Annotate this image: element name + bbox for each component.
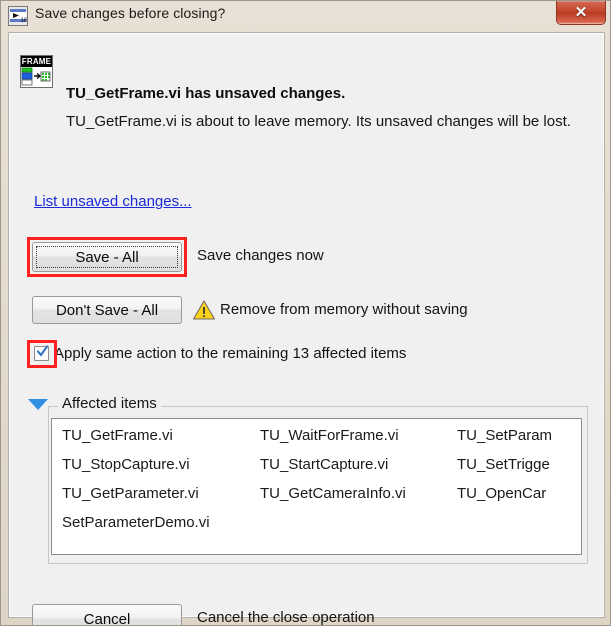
list-cell: TU_StartCapture.vi	[260, 456, 389, 473]
dialog-body: FRAME TU_GetFrame.vi has unsaved changes…	[8, 32, 605, 625]
list-cell: TU_WaitForFrame.vi	[260, 427, 399, 444]
list-cell: TU_SetParam	[457, 427, 553, 444]
affected-items-title: Affected items	[58, 395, 161, 412]
svg-text:16: 16	[21, 18, 28, 24]
list-cell: TU_GetCameraInfo.vi	[260, 485, 406, 502]
dont-save-all-button[interactable]: Don't Save - All	[32, 296, 182, 324]
headline-text: TU_GetFrame.vi has unsaved changes.	[66, 85, 346, 102]
list-cell: TU_GetParameter.vi	[62, 485, 199, 502]
check-icon	[37, 345, 48, 357]
frame-icon-graphic	[21, 67, 52, 87]
affected-items-listbox[interactable]: TU_GetFrame.vi TU_WaitForFrame.vi TU_Set…	[51, 418, 582, 555]
window-title: Save changes before closing?	[35, 5, 226, 21]
cancel-button-label: Cancel	[83, 610, 131, 626]
list-item[interactable]: SetParameterDemo.vi	[52, 508, 581, 537]
list-cell: TU_GetFrame.vi	[62, 427, 173, 444]
list-unsaved-changes-link[interactable]: List unsaved changes...	[34, 193, 192, 210]
save-all-button[interactable]: Save - All	[32, 242, 182, 272]
cancel-description: Cancel the close operation	[197, 609, 375, 626]
close-icon: ✕	[574, 4, 588, 21]
list-cell: TU_StopCapture.vi	[62, 456, 190, 473]
dont-save-all-button-label: Don't Save - All	[55, 301, 159, 319]
triangle-down-icon[interactable]	[28, 399, 48, 410]
labview-vi-icon: 16	[8, 6, 28, 26]
frame-vi-icon: FRAME	[20, 55, 53, 88]
save-all-button-label: Save - All	[75, 248, 139, 266]
warning-triangle-icon	[192, 298, 216, 322]
frame-icon-caption: FRAME	[21, 56, 52, 67]
apply-same-action-checkbox[interactable]	[34, 345, 49, 361]
dont-save-all-description: Remove from memory without saving	[220, 301, 468, 318]
list-item[interactable]: TU_GetFrame.vi TU_WaitForFrame.vi TU_Set…	[52, 421, 581, 450]
list-item[interactable]: TU_StopCapture.vi TU_StartCapture.vi TU_…	[52, 450, 581, 479]
title-bar: 16 Save changes before closing? ✕	[1, 1, 610, 30]
save-changes-dialog: 16 Save changes before closing? ✕ FRAME	[0, 0, 611, 626]
save-all-description: Save changes now	[197, 247, 324, 264]
list-cell: SetParameterDemo.vi	[62, 514, 210, 531]
list-cell: TU_OpenCar	[457, 485, 547, 502]
apply-same-action-label[interactable]: Apply same action to the remaining 13 af…	[54, 345, 406, 362]
affected-items-rows: TU_GetFrame.vi TU_WaitForFrame.vi TU_Set…	[52, 419, 581, 537]
description-text: TU_GetFrame.vi is about to leave memory.…	[66, 113, 571, 130]
list-cell: TU_SetTrigge	[457, 456, 550, 473]
cancel-button[interactable]: Cancel	[32, 604, 182, 626]
list-item[interactable]: TU_GetParameter.vi TU_GetCameraInfo.vi T…	[52, 479, 581, 508]
close-button[interactable]: ✕	[556, 1, 606, 25]
